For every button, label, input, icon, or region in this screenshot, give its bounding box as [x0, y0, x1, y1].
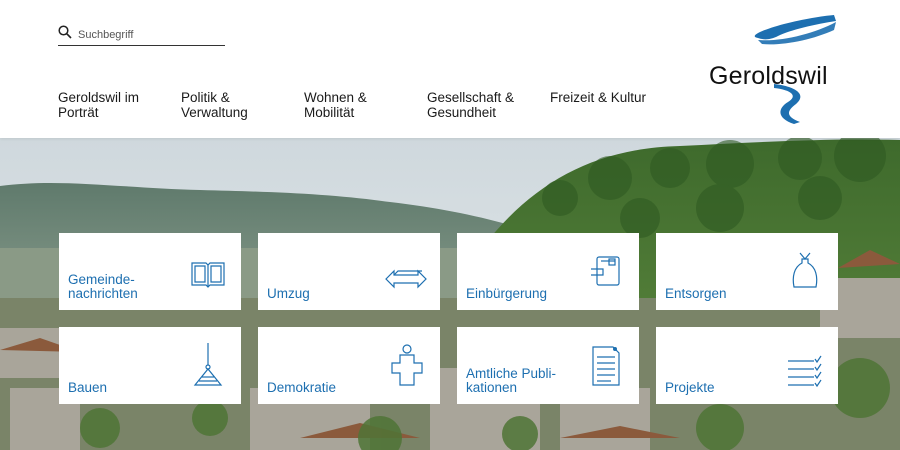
site-header: Geroldswil imPorträt Politik &Verwaltung…: [0, 0, 900, 138]
tile-label: Entsorgen: [665, 286, 727, 301]
nav-item-politik[interactable]: Politik & Verwaltung: [181, 90, 304, 120]
nav-item-label: Porträt: [58, 105, 99, 120]
checklist-icon: [786, 341, 824, 389]
tile-demokratie[interactable]: Demokratie: [258, 327, 440, 404]
crane-icon: [189, 341, 227, 389]
tile-gemeindenachrichten[interactable]: Gemeinde-nachrichten: [59, 233, 241, 310]
nav-item-portraet[interactable]: Geroldswil im Porträt: [58, 90, 181, 120]
tile-projekte[interactable]: Projekte: [656, 327, 838, 404]
tile-label: Projekte: [665, 380, 715, 395]
tile-umzug[interactable]: Umzug: [258, 233, 440, 310]
tile-label-line: nachrichten: [68, 286, 138, 301]
search-icon[interactable]: [58, 25, 72, 44]
tile-label-line: Amtliche Publi-: [466, 366, 557, 381]
tile-label-line: kationen: [466, 380, 518, 395]
nav-item-wohnen[interactable]: Wohnen & Mobilität: [304, 90, 427, 120]
search-field[interactable]: [58, 24, 225, 46]
logo-text: Geroldswil: [709, 62, 828, 90]
passport-icon: [587, 247, 625, 295]
nav-item-label: Verwaltung: [181, 105, 248, 120]
book-icon: [189, 247, 227, 295]
tile-bauen[interactable]: Bauen: [59, 327, 241, 404]
nav-item-freizeit[interactable]: Freizeit & Kultur: [550, 90, 670, 120]
tile-label: Demokratie: [267, 380, 337, 395]
document-icon: [587, 341, 625, 389]
nav-item-label: Freizeit & Kultur: [550, 90, 647, 105]
tile-label: Umzug: [267, 286, 310, 301]
tile-einbuergerung[interactable]: Einbürgerung: [457, 233, 639, 310]
nav-item-label: Mobilität: [304, 105, 355, 120]
nav-item-label: Politik &: [181, 90, 230, 105]
tile-label: Amtliche Publi-kationen: [466, 367, 556, 395]
search-input[interactable]: [78, 28, 218, 41]
moving-arrow-icon: [384, 247, 428, 295]
nav-item-label: Gesundheit: [427, 105, 497, 120]
tile-label: Gemeinde-nachrichten: [68, 273, 138, 301]
nav-item-label: Geroldswil im: [58, 90, 140, 105]
trash-bag-icon: [786, 247, 824, 295]
tile-label: Einbürgerung: [466, 286, 548, 301]
tile-amtliche-publikationen[interactable]: Amtliche Publi-kationen: [457, 327, 639, 404]
tile-label: Bauen: [68, 380, 108, 395]
site-logo[interactable]: Geroldswil: [704, 12, 844, 127]
tile-entsorgen[interactable]: Entsorgen: [656, 233, 838, 310]
ballot-person-icon: [388, 341, 426, 389]
nav-item-gesellschaft[interactable]: Gesellschaft & Gesundheit: [427, 90, 550, 120]
nav-item-label: Wohnen &: [304, 90, 367, 105]
tile-label-line: Gemeinde-: [68, 272, 135, 287]
nav-item-label: Gesellschaft &: [427, 90, 515, 105]
main-navigation: Geroldswil im Porträt Politik & Verwaltung…: [58, 90, 670, 120]
